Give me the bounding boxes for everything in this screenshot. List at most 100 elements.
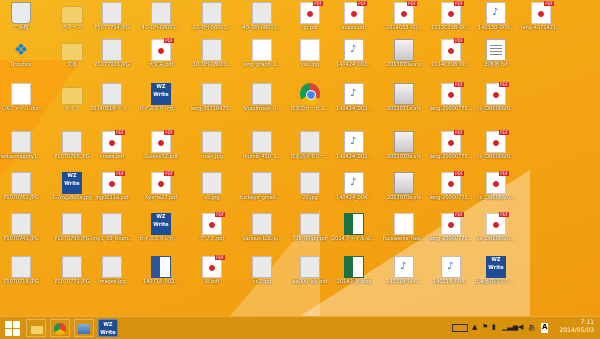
desktop-icon[interactable]: PDF ljp.pdf	[288, 1, 332, 40]
desktop-icon[interactable]: PDF 大丈夫.pdf	[139, 38, 183, 77]
desktop-icon[interactable]: 2013071a.sfx	[382, 83, 426, 121]
desktop-icon[interactable]: cx2.jpg	[240, 256, 284, 294]
desktop-icon[interactable]: 2014入金.xlsx	[332, 256, 376, 294]
desktop-icon[interactable]: SnapImage-0...	[240, 83, 284, 121]
desktop-icon[interactable]: PDF xxxxx.pdf	[332, 1, 376, 40]
desktop-icon[interactable]: 706_00jpg.pdf	[288, 213, 332, 251]
desktop-icon[interactable]: PDF 2013C398_00...	[429, 1, 473, 40]
desktop-icon[interactable]: PDF leng-4071421...	[519, 1, 563, 40]
ime-icon[interactable]: あ	[528, 323, 535, 333]
pdf-file-icon: PDF	[441, 212, 464, 235]
desktop-icon[interactable]: PDF leng-20000775...	[429, 82, 473, 121]
desktop-icon[interactable]: 日本語メモリー...	[288, 131, 332, 169]
battery-icon[interactable]: ▮	[492, 323, 496, 333]
desktop-icon[interactable]: 20140518-ドイツ...	[90, 83, 134, 121]
desktop-icon[interactable]: ♪ 140424_003...	[332, 83, 376, 121]
desktop-icon[interactable]: 20.jpg	[288, 172, 332, 210]
pdf-badge-icon: PDF	[499, 130, 509, 135]
desktop-icon[interactable]: PDF cc_DB6066f0...	[474, 82, 518, 121]
clock[interactable]: 7:11 2014/05/03	[559, 319, 594, 335]
desktop-icon[interactable]: WZWrite北海道共同スクール.txt	[474, 256, 518, 294]
start-button[interactable]	[3, 319, 21, 337]
desktop-icon[interactable]: images.jpg	[90, 256, 134, 294]
desktop-icon[interactable]: Facewerks_Nex...	[382, 213, 426, 251]
desktop-icon[interactable]: 40_DH-08001...	[139, 2, 183, 40]
desktop-icon[interactable]: P1070766.JPG	[50, 131, 94, 169]
desktop-icon[interactable]: P1070716.JPG	[0, 256, 43, 294]
chrome-button[interactable]	[50, 319, 70, 337]
desktop-icon[interactable]: 2013070a.sfx	[382, 39, 426, 77]
desktop-icon[interactable]: ❖ Dropbox	[0, 39, 43, 77]
pdf-file-icon: PDF	[202, 212, 225, 235]
desktop-icon[interactable]: 40_DH-08001...	[240, 2, 284, 40]
desktop-icon[interactable]: ♪ 140130_009...	[474, 2, 518, 40]
desktop-icon[interactable]: PDF cc_DB6066f0...	[474, 171, 518, 210]
desktop-icon[interactable]: ♪ 140424_003...	[332, 131, 376, 169]
desktop-icon[interactable]: ♪ 140218_004...	[429, 256, 473, 294]
desktop-icon[interactable]: 140718_002...	[139, 256, 183, 294]
desktop-icon[interactable]: fantasmagory1.jpg	[0, 131, 43, 169]
desktop-icon[interactable]: PDF leng-20000775...	[429, 171, 473, 210]
desktop-icon[interactable]: xxx.jpg	[288, 39, 332, 77]
desktop-icon[interactable]: leng_graph_1...	[240, 39, 284, 77]
ime-mode-label[interactable]: A	[541, 323, 549, 333]
desktop-icon[interactable]: thumb_450_1...	[240, 131, 284, 169]
desktop-icon[interactable]: PDF cc_DB6066f0...	[474, 130, 518, 169]
photos-button[interactable]	[74, 319, 94, 337]
desktop-icon[interactable]: 02_DH-08001...	[190, 2, 234, 40]
desktop-icon[interactable]: P1077920.JPG	[90, 39, 134, 77]
desktop-icon[interactable]: aa000_xls.pdf	[288, 256, 332, 294]
desktop-icon[interactable]: ガネーズ	[50, 2, 94, 40]
desktop-icon[interactable]: ごみ箱	[0, 2, 43, 40]
wzw-file-icon: WZ Write	[151, 213, 171, 235]
desktop-icon[interactable]: 2013070a.sfx	[382, 172, 426, 210]
desktop-icon[interactable]: P1070790.JPG	[50, 213, 94, 251]
desktop-icon[interactable]: ドイツ	[50, 83, 94, 121]
desktop-icon[interactable]: PDF leng-20000775...	[429, 212, 473, 251]
desktop-icon[interactable]: 2014ファイル.xlsx	[332, 213, 376, 251]
desktop-icon[interactable]: 出身地.txt	[474, 39, 518, 77]
desktop-icon[interactable]: PDF Xperia27.pdf	[139, 171, 183, 210]
desktop-icon[interactable]: ♪ 140424_003...	[332, 39, 376, 77]
desktop-icon[interactable]: Various-LOL-p...	[240, 213, 284, 251]
network-icon[interactable]: ▁▃▅	[502, 323, 518, 333]
volume-icon[interactable]: ◀	[518, 323, 523, 333]
desktop-icon[interactable]: img1_50_thum...	[90, 213, 134, 251]
jpg-file-icon	[102, 213, 122, 235]
desktop-icon[interactable]: PDF Galaxy32.pdf	[139, 130, 183, 169]
desktop-icon[interactable]: P1070741.JPG	[0, 213, 43, 251]
desktop-icon[interactable]: P5077794.JPG	[90, 2, 134, 40]
desktop-icon[interactable]: PDF jhg0011a.pdf	[90, 171, 134, 210]
desktop-icon[interactable]: 文書	[50, 39, 94, 77]
desktop-icon[interactable]: WZ Write セイスカリンガル...	[139, 213, 183, 251]
file-explorer-button[interactable]	[26, 319, 46, 337]
desktop-icon[interactable]: 2013070a.sfx	[382, 131, 426, 169]
desktop-icon[interactable]: ♪ 140424_004...	[332, 172, 376, 210]
keyboard-icon[interactable]	[452, 324, 468, 332]
mp3-file-icon: ♪	[486, 2, 506, 24]
wzwriter-button[interactable]: WZ Write	[98, 319, 118, 337]
desktop-icon[interactable]: PDF XI.pdf	[190, 255, 234, 294]
desktop-icon[interactable]: PDF cc_DB6066f0...	[474, 212, 518, 251]
desktop-icon[interactable]: WZ Write 1.7m@800x.jpg	[50, 172, 94, 210]
desktop-icon[interactable]: main.jpg	[190, 131, 234, 169]
desktop-icon[interactable]: ♪ 140218_004...	[382, 256, 426, 294]
desktop-icon[interactable]: PDF グリフ.pdf	[190, 212, 234, 251]
desktop-icon[interactable]: PDF leng-20000775...	[429, 130, 473, 169]
desktop-icon[interactable]: 30_DH-08000...	[190, 39, 234, 77]
flag-icon[interactable]: ⚑	[482, 323, 488, 333]
chevron-up-icon[interactable]: ▲	[472, 323, 477, 333]
desktop-icon[interactable]: UXファイル.doc	[0, 83, 43, 121]
desktop-icon[interactable]: 日本のサービス...	[288, 83, 332, 121]
desktop-icon[interactable]: PDF 2014033_00...	[382, 1, 426, 40]
desktop-icon[interactable]: PDF 2014C398_00...	[429, 38, 473, 77]
desktop-icon[interactable]: s5.jpg	[190, 172, 234, 210]
desktop-icon[interactable]: tuckeys_gmail.pdf	[240, 172, 284, 210]
pdf-file-icon: PDF	[486, 171, 509, 194]
desktop-icon[interactable]: leng-00718470...	[190, 83, 234, 121]
desktop-icon[interactable]: P1070771.JPG	[50, 256, 94, 294]
desktop-icon[interactable]: WZ Write セイスカリンガル...	[139, 83, 183, 121]
pdf-file-icon: PDF	[151, 171, 174, 194]
desktop-icon[interactable]: P1070761.JPG	[0, 172, 43, 210]
desktop-icon[interactable]: PDF crows.pdf	[90, 130, 134, 169]
